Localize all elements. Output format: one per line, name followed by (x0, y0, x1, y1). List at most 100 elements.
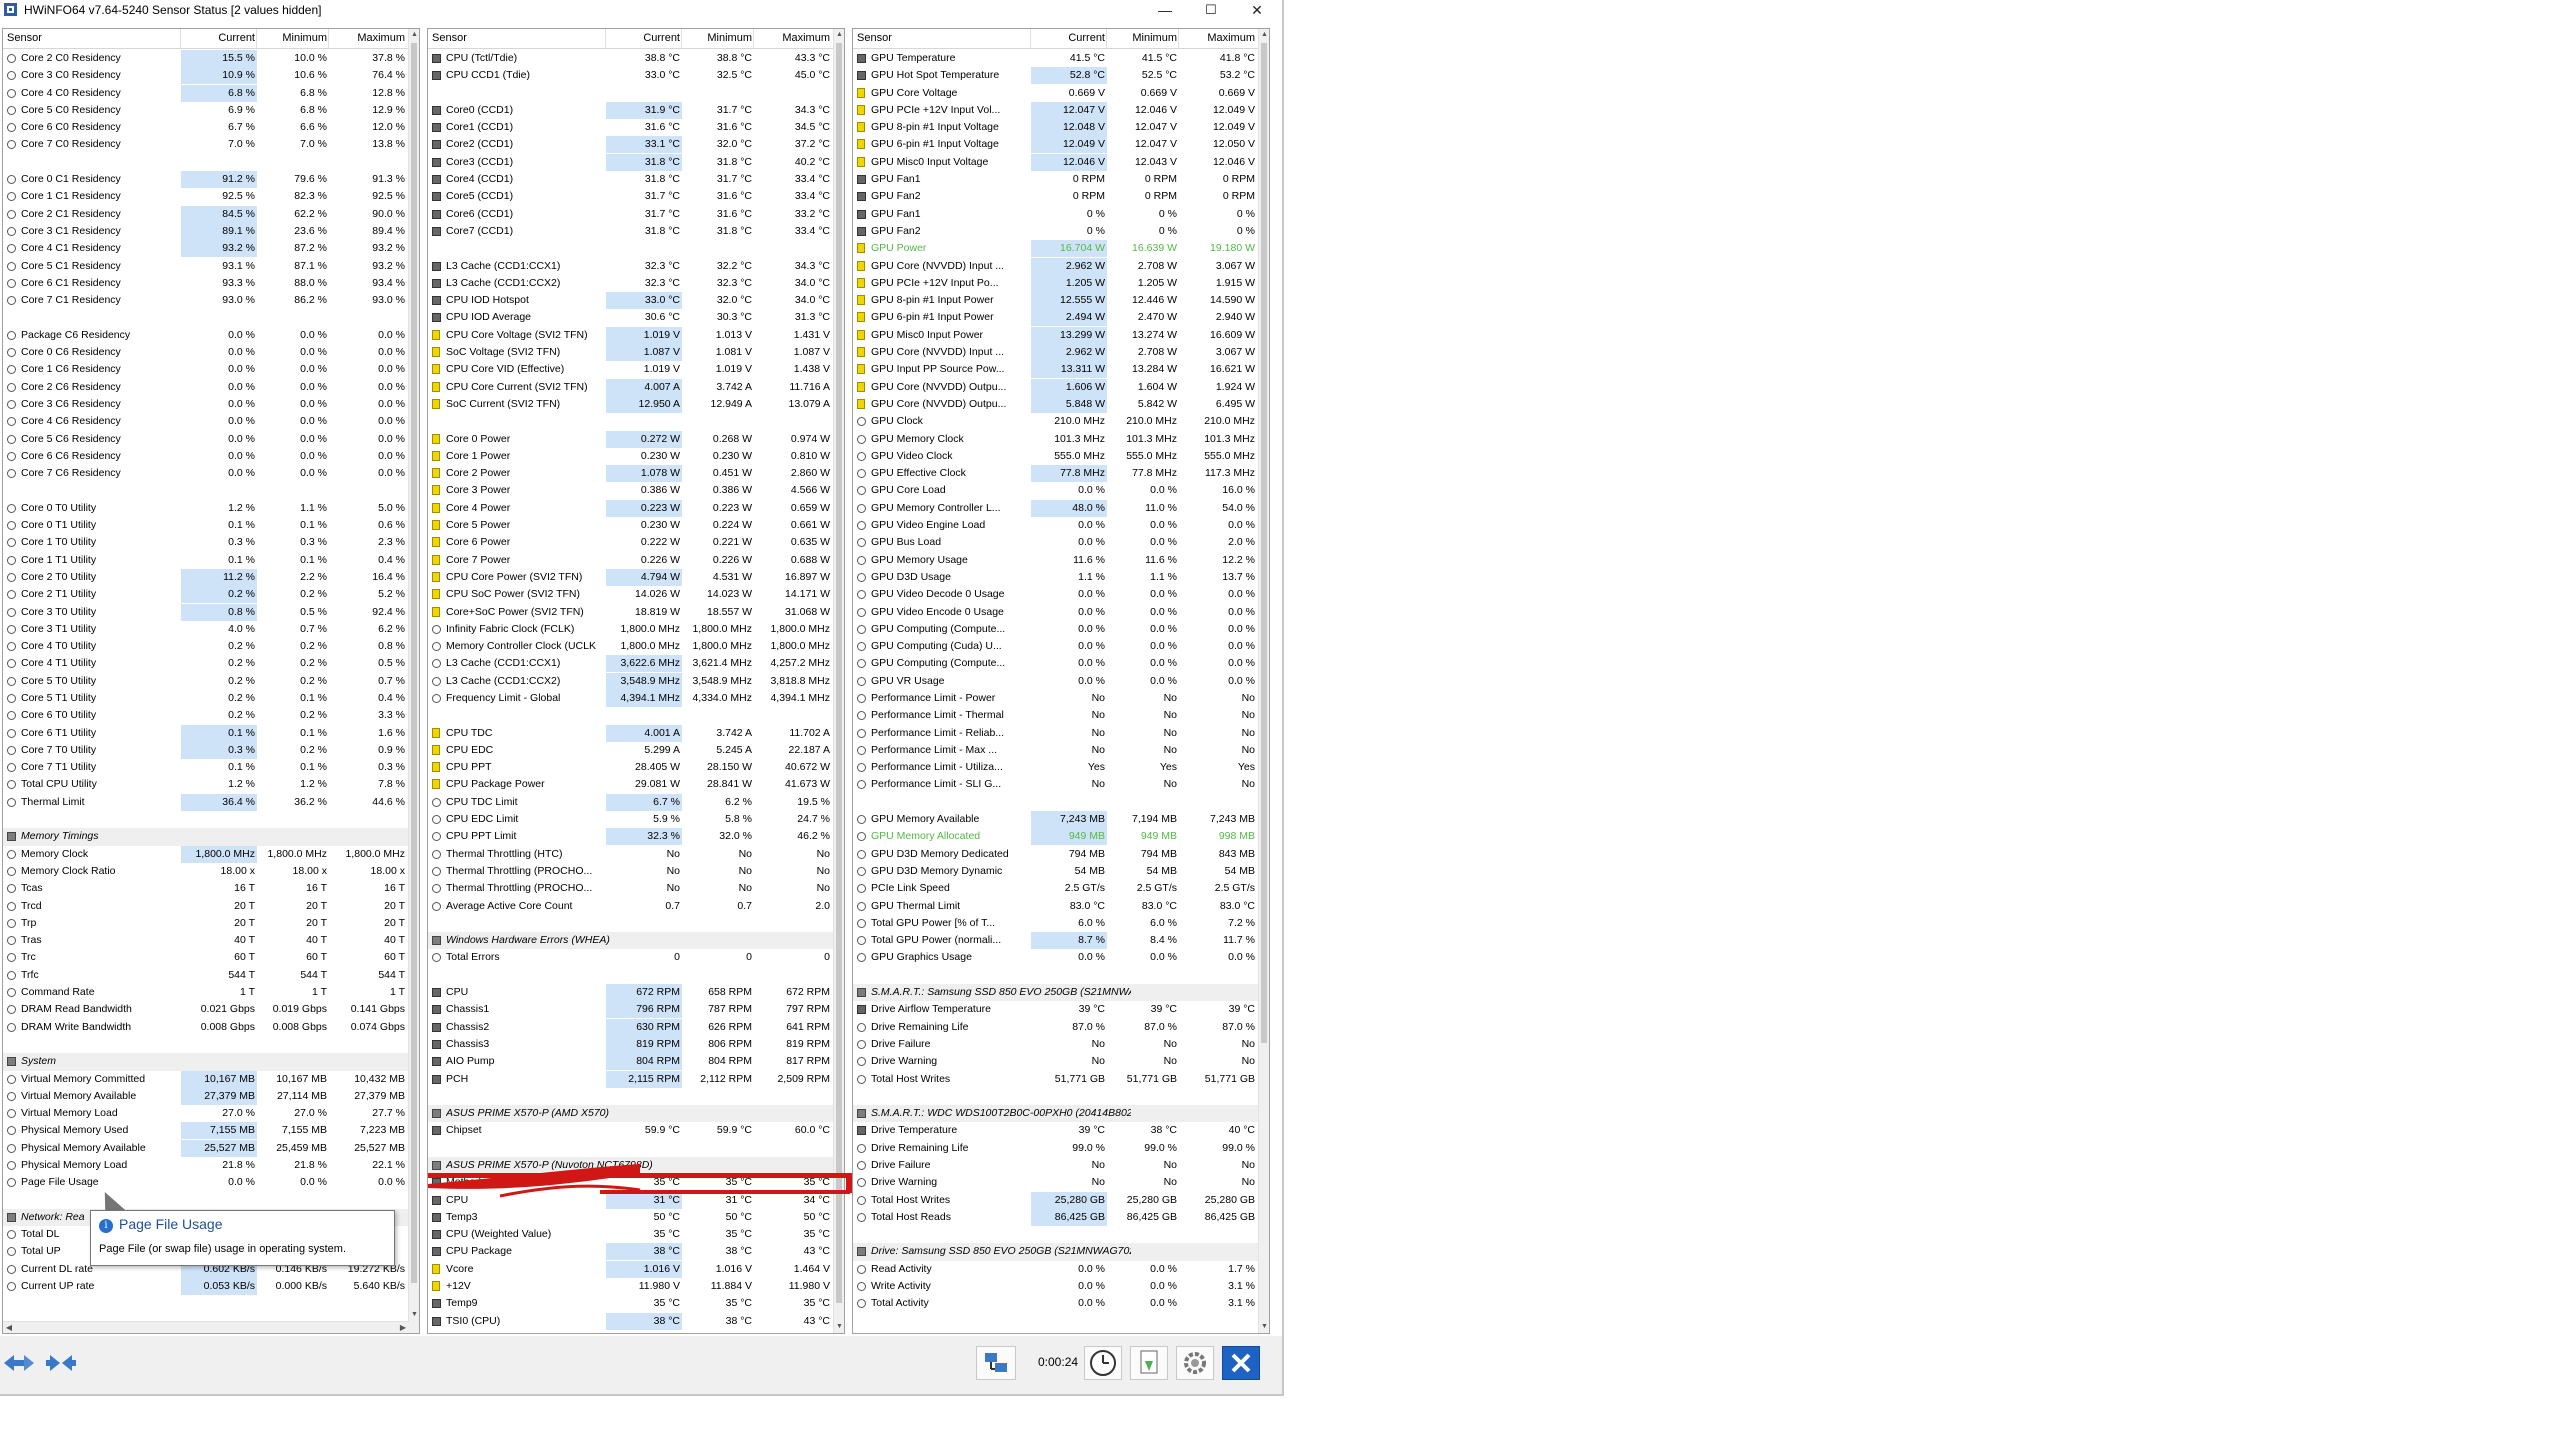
sensor-row[interactable]: Core2 (CCD1) 33.1 °C 32.0 °C 37.2 °C (428, 136, 834, 154)
sensor-row[interactable]: Thermal Throttling (HTC) No No No (428, 846, 834, 863)
scroll-up-icon[interactable]: ▲ (409, 29, 419, 41)
sensor-row[interactable]: Average Active Core Count 0.7 0.7 2.0 (428, 898, 834, 915)
sensor-row[interactable]: GPU Graphics Usage 0.0 % 0.0 % 0.0 % (853, 949, 1259, 966)
sensor-row[interactable]: Current UP rate 0.053 KB/s 0.000 KB/s 5.640… (3, 1278, 409, 1296)
scroll-down-icon[interactable]: ▼ (1259, 1321, 1269, 1333)
sensor-row[interactable]: GPU Fan1 0 RPM 0 RPM 0 RPM (853, 171, 1259, 188)
sensor-row[interactable]: Core 0 C6 Residency 0.0 % 0.0 % 0.0 % (3, 344, 409, 361)
sensor-row[interactable]: CPU 31 °C 31 °C 34 °C (428, 1191, 834, 1209)
sensor-group-header[interactable]: Drive: Samsung SSD 850 EVO 250GB (S21MNW… (853, 1243, 1259, 1261)
sensor-row[interactable]: CPU Package Power 29.081 W 28.841 W 41.673 … (428, 776, 834, 793)
sensor-row[interactable]: Core 5 Power 0.230 W 0.224 W 0.661 W (428, 517, 834, 534)
sensor-row[interactable]: CPU TDC 4.001 A 3.742 A 11.702 A (428, 724, 834, 742)
header-sensor[interactable]: Sensor (857, 29, 892, 48)
sensor-row[interactable]: GPU Memory Clock 101.3 MHz 101.3 MHz 101.3 … (853, 431, 1259, 448)
sensor-row[interactable]: Core 3 C6 Residency 0.0 % 0.0 % 0.0 % (3, 396, 409, 413)
header-divider[interactable] (753, 29, 754, 48)
sensor-row[interactable]: Write Activity 0.0 % 0.0 % 3.1 % (853, 1278, 1259, 1295)
sensor-row[interactable]: PCIe Link Speed 2.5 GT/s 2.5 GT/s 2.5 GT/s (853, 880, 1259, 897)
sensor-row[interactable]: Core 6 Power 0.222 W 0.221 W 0.635 W (428, 534, 834, 551)
sensor-panel-1[interactable]: Sensor Current Minimum Maximum Core 2 C0… (2, 28, 420, 1334)
maximize-button[interactable]: ☐ (1188, 0, 1234, 20)
sensor-row[interactable]: Core 0 C1 Residency 91.2 % 79.6 % 91.3 % (3, 171, 409, 189)
sensor-row[interactable]: Core 5 C0 Residency 6.9 % 6.8 % 12.9 % (3, 102, 409, 119)
sensor-row[interactable]: Performance Limit - Max ... No No No (853, 742, 1259, 759)
sensor-row[interactable]: GPU D3D Memory Dedicated 794 MB 794 MB 843 … (853, 846, 1259, 863)
sensor-row[interactable]: Core 5 C6 Residency 0.0 % 0.0 % 0.0 % (3, 431, 409, 448)
sensor-row[interactable]: Trcd 20 T 20 T 20 T (3, 898, 409, 915)
column-header[interactable]: Sensor Current Minimum Maximum (428, 29, 834, 49)
sensor-row[interactable]: Virtual Memory Load 27.0 % 27.0 % 27.7 % (3, 1105, 409, 1122)
sensor-row[interactable]: Core5 (CCD1) 31.7 °C 31.6 °C 33.4 °C (428, 188, 834, 205)
sensor-row[interactable]: Total GPU Power [% of T... 6.0 % 6.0 % 7.2 … (853, 915, 1259, 932)
column-header[interactable]: Sensor Current Minimum Maximum (3, 29, 409, 49)
sensor-row[interactable]: GPU Input PP Source Pow... 13.311 W 13.284… (853, 361, 1259, 379)
sensor-row[interactable]: Drive Remaining Life 99.0 % 99.0 % 99.0 % (853, 1140, 1259, 1157)
sensor-row[interactable]: Core 5 T0 Utility 0.2 % 0.2 % 0.7 % (3, 673, 409, 690)
header-divider[interactable] (180, 29, 181, 48)
sensor-group-header[interactable]: S.M.A.R.T.: WDC WDS100T2B0C-00PXH0 (2041… (853, 1105, 1259, 1123)
sensor-row[interactable]: L3 Cache (CCD1:CCX1) 3,622.6 MHz 3,621.4 M… (428, 655, 834, 673)
sensor-row[interactable]: GPU Misc0 Input Voltage 12.046 V 12.043 V 1… (853, 153, 1259, 171)
sensor-row[interactable]: Drive Airflow Temperature 39 °C 39 °C 39 °C (853, 1001, 1259, 1018)
sensor-row[interactable]: GPU Bus Load 0.0 % 0.0 % 2.0 % (853, 534, 1259, 551)
header-divider[interactable] (256, 29, 257, 48)
header-divider[interactable] (1178, 29, 1179, 48)
sensor-row[interactable]: Performance Limit - Utiliza... Yes Yes Yes (853, 759, 1259, 776)
header-minimum[interactable]: Minimum (682, 29, 752, 48)
collapse-columns-button[interactable] (2, 1346, 36, 1380)
sensor-row[interactable]: Core 4 C6 Residency 0.0 % 0.0 % 0.0 % (3, 413, 409, 430)
sensor-group-header[interactable]: Windows Hardware Errors (WHEA) (428, 932, 834, 950)
sensor-row[interactable]: GPU VR Usage 0.0 % 0.0 % 0.0 % (853, 673, 1259, 690)
scrollbar-thumb[interactable] (1261, 43, 1267, 1043)
sensor-row[interactable]: Temp9 35 °C 35 °C 35 °C (428, 1295, 834, 1312)
expand-columns-button[interactable] (44, 1346, 78, 1380)
sensor-row[interactable]: CPU CCD1 (Tdie) 33.0 °C 32.5 °C 45.0 °C (428, 67, 834, 84)
scroll-down-icon[interactable]: ▼ (409, 1309, 419, 1321)
sensor-row[interactable]: +12V 11.980 V 11.884 V 11.980 V (428, 1278, 834, 1295)
sensor-row[interactable]: Total Errors 0 0 0 (428, 949, 834, 966)
sensor-row[interactable]: Physical Memory Load 21.8 % 21.8 % 22.1 % (3, 1157, 409, 1174)
sensor-row[interactable]: GPU Memory Usage 11.6 % 11.6 % 12.2 % (853, 552, 1259, 569)
sensor-row[interactable]: CPU EDC Limit 5.9 % 5.8 % 24.7 % (428, 811, 834, 828)
sensor-panel-3[interactable]: Sensor Current Minimum Maximum GPU Tempe… (852, 28, 1270, 1334)
sensor-row[interactable]: GPU Temperature 41.5 °C 41.5 °C 41.8 °C (853, 50, 1259, 67)
sensor-row[interactable]: Core 3 T0 Utility 0.8 % 0.5 % 92.4 % (3, 603, 409, 621)
sensor-row[interactable]: Core 4 Power 0.223 W 0.223 W 0.659 W (428, 499, 834, 517)
sensor-row[interactable]: Core 2 C6 Residency 0.0 % 0.0 % 0.0 % (3, 379, 409, 396)
sensor-row[interactable]: Physical Memory Used 7,155 MB 7,155 MB 7,22… (3, 1122, 409, 1140)
vertical-scrollbar[interactable]: ▲ ▼ (1258, 29, 1269, 1333)
sensor-row[interactable]: Memory Clock Ratio 18.00 x 18.00 x 18.00 x (3, 863, 409, 880)
header-divider[interactable] (1030, 29, 1031, 48)
sensor-row[interactable]: Core 2 T0 Utility 11.2 % 2.2 % 16.4 % (3, 568, 409, 586)
sensor-row[interactable]: SoC Voltage (SVI2 TFN) 1.087 V 1.081 V 1.08… (428, 344, 834, 362)
sensor-row[interactable]: Total Activity 0.0 % 0.0 % 3.1 % (853, 1295, 1259, 1312)
sensor-row[interactable]: L3 Cache (CCD1:CCX2) 32.3 °C 32.3 °C 34.0 °… (428, 275, 834, 292)
sensor-row[interactable]: Core 2 T1 Utility 0.2 % 0.2 % 5.2 % (3, 586, 409, 604)
sensor-row[interactable]: GPU Core (NVVDD) Outpu... 5.848 W 5.842 W 6… (853, 395, 1259, 413)
header-maximum[interactable]: Maximum (329, 29, 405, 48)
sensor-row[interactable]: Core 6 T0 Utility 0.2 % 0.2 % 3.3 % (3, 707, 409, 724)
sensor-row[interactable]: GPU Memory Allocated 949 MB 949 MB 998 MB (853, 828, 1259, 846)
sensor-row[interactable]: CPU PPT 28.405 W 28.150 W 40.672 W (428, 759, 834, 776)
sensor-row[interactable]: Core 3 C1 Residency 89.1 % 23.6 % 89.4 % (3, 222, 409, 240)
sensor-row[interactable]: Core 4 C1 Residency 93.2 % 87.2 % 93.2 % (3, 240, 409, 258)
sensor-row[interactable]: Virtual Memory Committed 10,167 MB 10,167 … (3, 1070, 409, 1088)
close-window-button[interactable]: ✕ (1234, 0, 1280, 20)
sensor-row[interactable]: GPU D3D Memory Dynamic 54 MB 54 MB 54 MB (853, 863, 1259, 880)
sensor-row[interactable]: Core 7 C0 Residency 7.0 % 7.0 % 13.8 % (3, 136, 409, 153)
sensor-row[interactable]: TSI0 (CPU) 38 °C 38 °C 43 °C (428, 1312, 834, 1330)
sensor-row[interactable]: Total Host Reads 86,425 GB 86,425 GB 86,425… (853, 1208, 1259, 1226)
sensor-row[interactable]: GPU 8-pin #1 Input Power 12.555 W 12.446 W… (853, 292, 1259, 310)
sensor-row[interactable]: Performance Limit - Power No No No (853, 690, 1259, 707)
horizontal-scrollbar[interactable]: ◀ ▶ (3, 1321, 409, 1333)
scrollbar-thumb[interactable] (411, 43, 417, 1283)
sensor-row[interactable]: Core 0 T1 Utility 0.1 % 0.1 % 0.6 % (3, 517, 409, 534)
sensor-row[interactable]: Chassis1 796 RPM 787 RPM 797 RPM (428, 1001, 834, 1019)
header-divider[interactable] (328, 29, 329, 48)
sensor-row[interactable]: PCH 2,115 RPM 2,112 RPM 2,509 RPM (428, 1070, 834, 1088)
sensor-row[interactable]: Core 5 T1 Utility 0.2 % 0.1 % 0.4 % (3, 690, 409, 707)
sensor-row[interactable]: Package C6 Residency 0.0 % 0.0 % 0.0 % (3, 327, 409, 344)
sensor-row[interactable]: Core 6 C6 Residency 0.0 % 0.0 % 0.0 % (3, 448, 409, 465)
sensor-row[interactable]: GPU D3D Usage 1.1 % 1.1 % 13.7 % (853, 569, 1259, 586)
